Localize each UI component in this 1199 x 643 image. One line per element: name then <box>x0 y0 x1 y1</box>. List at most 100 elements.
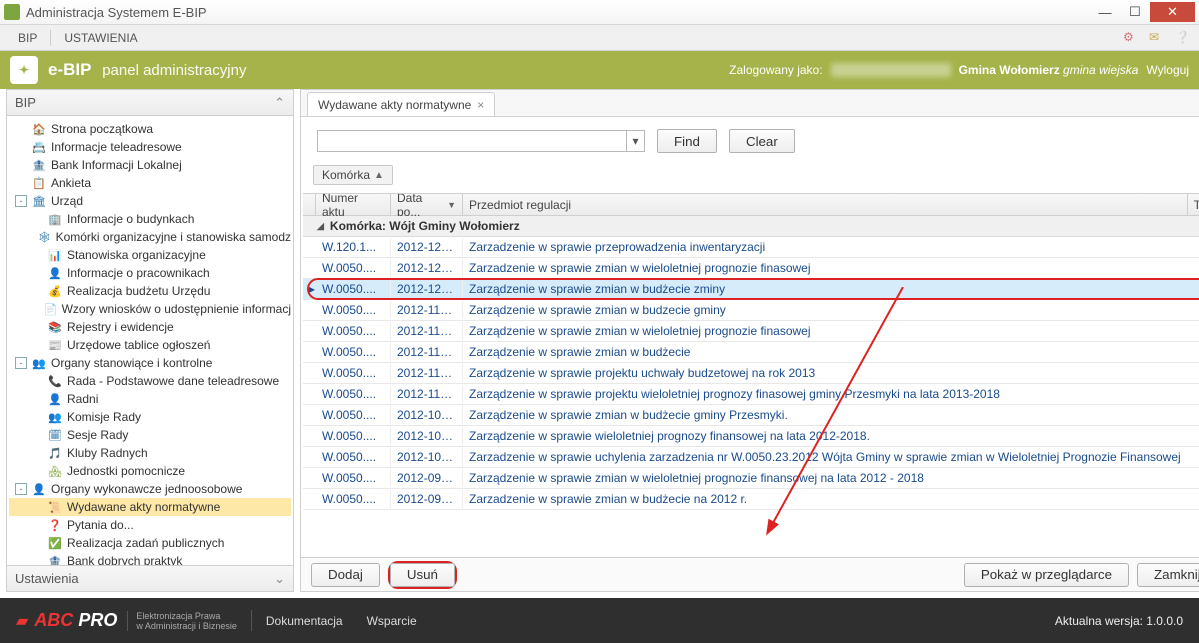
brand-title: e-BIP panel administracyjny <box>48 60 246 80</box>
sidebar-settings-header[interactable]: Ustawienia ⌄ <box>7 565 293 591</box>
usun-button[interactable]: Usuń <box>390 563 455 587</box>
find-button[interactable]: Find <box>657 129 717 153</box>
table-row[interactable]: W.0050....2012-09-28Zarządzenie w sprawi… <box>303 468 1199 489</box>
row-indicator <box>303 455 316 459</box>
tree-node-icon: 🕸 <box>38 230 52 244</box>
maximize-button[interactable]: ☐ <box>1120 2 1150 22</box>
tree-node-icon: 📞 <box>47 374 63 388</box>
tree-node[interactable]: 🏘Jednostki pomocnicze <box>9 462 291 480</box>
tree-node-label: Sesje Rady <box>67 428 128 442</box>
zamknij-button[interactable]: Zamknij <box>1137 563 1199 587</box>
tree-node-label: Kluby Radnych <box>67 446 148 460</box>
col-tresc[interactable]: Treść <box>1188 194 1199 215</box>
footer-version: Aktualna wersja: 1.0.0.0 <box>1055 614 1183 628</box>
table-row[interactable]: W.0050....2012-11-15Zarządzenie w sprawi… <box>303 363 1199 384</box>
cell-numer: W.0050.... <box>316 448 391 466</box>
tab-active[interactable]: Wydawane akty normatywne × <box>307 92 495 116</box>
tree-node[interactable]: -👤Organy wykonawcze jednoosobowe <box>9 480 291 498</box>
table-row[interactable]: ▸W.0050....2012-12-11Zarządzenie w spraw… <box>303 279 1199 300</box>
menu-ustawienia[interactable]: USTAWIENIA <box>54 27 147 49</box>
tree-node-label: Realizacja zadań publicznych <box>67 536 224 550</box>
table-row[interactable]: W.0050....2012-11-22Zarządzenie w sprawi… <box>303 342 1199 363</box>
tree-node[interactable]: 📇Informacje teleadresowe <box>9 138 291 156</box>
tree-node[interactable]: 🗓Sesje Rady <box>9 426 291 444</box>
cell-date: 2012-11-30 <box>391 301 463 319</box>
menu-bip[interactable]: BIP <box>8 27 47 49</box>
col-przedmiot[interactable]: Przedmiot regulacji <box>463 194 1188 215</box>
table-row[interactable]: W.0050....2012-11-30Zarządzenie w sprawi… <box>303 300 1199 321</box>
cell-numer: W.0050.... <box>316 406 391 424</box>
table-row[interactable]: W.120.1...2012-12-11Zarzadzenie w sprawi… <box>303 237 1199 258</box>
search-dropdown-icon[interactable]: ▾ <box>627 130 645 152</box>
cell-tresc <box>1188 428 1199 445</box>
table-row[interactable]: W.0050....2012-12-11Zarzadzenie w sprawi… <box>303 258 1199 279</box>
tree-toggle-icon[interactable]: - <box>15 357 27 369</box>
tree-toggle-icon[interactable]: - <box>15 195 27 207</box>
cell-date: 2012-10-08 <box>391 427 463 445</box>
tree-node[interactable]: 👤Informacje o pracownikach <box>9 264 291 282</box>
tree-node[interactable]: 🏢Informacje o budynkach <box>9 210 291 228</box>
logout-link[interactable]: Wyloguj <box>1146 63 1189 77</box>
footer-doc-link[interactable]: Dokumentacja <box>266 614 343 628</box>
tree-node[interactable]: 📞 Rada - Podstawowe dane teleadresowe <box>9 372 291 390</box>
footer-support-link[interactable]: Wsparcie <box>367 614 417 628</box>
tree-node-label: Radni <box>67 392 98 406</box>
dodaj-button[interactable]: Dodaj <box>311 563 380 587</box>
minimize-button[interactable]: — <box>1090 2 1120 22</box>
tree-node[interactable]: -👥Organy stanowiące i kontrolne <box>9 354 291 372</box>
close-button[interactable]: ✕ <box>1150 2 1195 22</box>
tree-node[interactable]: 🕸Komórki organizacyjne i stanowiska samo… <box>9 228 291 246</box>
table-row[interactable]: W.0050....2012-10-01 Zarzadzenie w spraw… <box>303 447 1199 468</box>
tree-node[interactable]: 📜Wydawane akty normatywne <box>9 498 291 516</box>
search-input[interactable] <box>317 130 627 152</box>
tree-node[interactable]: 👤Radni <box>9 390 291 408</box>
toolbar-icon-1[interactable]: ⚙ <box>1123 30 1139 46</box>
tree-node-icon: 📜 <box>47 500 63 514</box>
tree-node[interactable]: 📰Urzędowe tablice ogłoszeń <box>9 336 291 354</box>
cell-tresc <box>1188 407 1199 424</box>
col-numer-aktu[interactable]: Numer aktu <box>316 194 391 215</box>
sidebar-header[interactable]: BIP ⌃ <box>7 90 293 116</box>
tree-node[interactable]: 📚Rejestry i ewidencje <box>9 318 291 336</box>
tree-node[interactable]: 🏦Bank dobrych praktyk <box>9 552 291 565</box>
tree-node[interactable]: 🏠Strona początkowa <box>9 120 291 138</box>
group-by-chip[interactable]: Komórka ▲ <box>313 165 393 185</box>
table-row[interactable]: W.0050....2012-10-15Zarządzenie w sprawi… <box>303 405 1199 426</box>
tab-close-icon[interactable]: × <box>477 98 484 112</box>
table-row[interactable]: W.0050....2012-11-15Zarządzenie w sprawi… <box>303 384 1199 405</box>
table-row[interactable]: W.0050....2012-09-28Zarzadzenie w sprawi… <box>303 489 1199 510</box>
toolbar-icon-2[interactable]: ✉ <box>1149 30 1165 46</box>
tree-node[interactable]: 🏦Bank Informacji Lokalnej <box>9 156 291 174</box>
tree-node-label: Rada - Podstawowe dane teleadresowe <box>67 374 279 388</box>
cell-numer: W.0050.... <box>316 301 391 319</box>
col-data[interactable]: Data po...▼ <box>391 194 463 215</box>
tree-node[interactable]: 🎵Kluby Radnych <box>9 444 291 462</box>
title-bar: Administracja Systemem E-BIP — ☐ ✕ <box>0 0 1199 25</box>
app-icon <box>4 4 20 20</box>
clear-button[interactable]: Clear <box>729 129 795 153</box>
tree-node-icon: 🏦 <box>31 158 47 172</box>
help-icon[interactable]: ❔ <box>1175 30 1191 46</box>
tree-node-icon: 👥 <box>31 356 47 370</box>
group-collapse-icon[interactable]: ◢ <box>317 221 324 232</box>
group-header-row[interactable]: ◢ Komórka: Wójt Gminy Wołomierz <box>303 216 1199 237</box>
tree-node[interactable]: -🏛Urząd <box>9 192 291 210</box>
cell-tresc <box>1188 365 1199 382</box>
table-row[interactable]: W.0050....2012-11-22Zarządzenie w sprawi… <box>303 321 1199 342</box>
navigation-tree[interactable]: 🏠Strona początkowa📇Informacje teleadreso… <box>7 116 293 565</box>
tree-node[interactable]: 💰Realizacja budżetu Urzędu <box>9 282 291 300</box>
grid-body[interactable]: ◢ Komórka: Wójt Gminy Wołomierz W.120.1.… <box>303 216 1199 557</box>
tree-node[interactable]: 📊Stanowiska organizacyjne <box>9 246 291 264</box>
cell-subject: Zarzadzenie w sprawie uchylenia zarzadze… <box>463 448 1188 466</box>
tree-node[interactable]: ❓Pytania do... <box>9 516 291 534</box>
footer-logo: ▰ ABC PRO Elektronizacja Prawa w Adminis… <box>16 610 252 631</box>
pokaz-button[interactable]: Pokaż w przeglądarce <box>964 563 1129 587</box>
tree-node-label: Informacje teleadresowe <box>51 140 182 154</box>
tree-node[interactable]: 👥Komisje Rady <box>9 408 291 426</box>
tree-node[interactable]: 📄Wzory wniosków o udostępnienie informac… <box>9 300 291 318</box>
caret-up-icon: ▲ <box>374 170 384 181</box>
tree-node[interactable]: ✅Realizacja zadań publicznych <box>9 534 291 552</box>
tree-node[interactable]: 📋Ankieta <box>9 174 291 192</box>
table-row[interactable]: W.0050....2012-10-08Zarządzenie w sprawi… <box>303 426 1199 447</box>
tree-toggle-icon[interactable]: - <box>15 483 27 495</box>
